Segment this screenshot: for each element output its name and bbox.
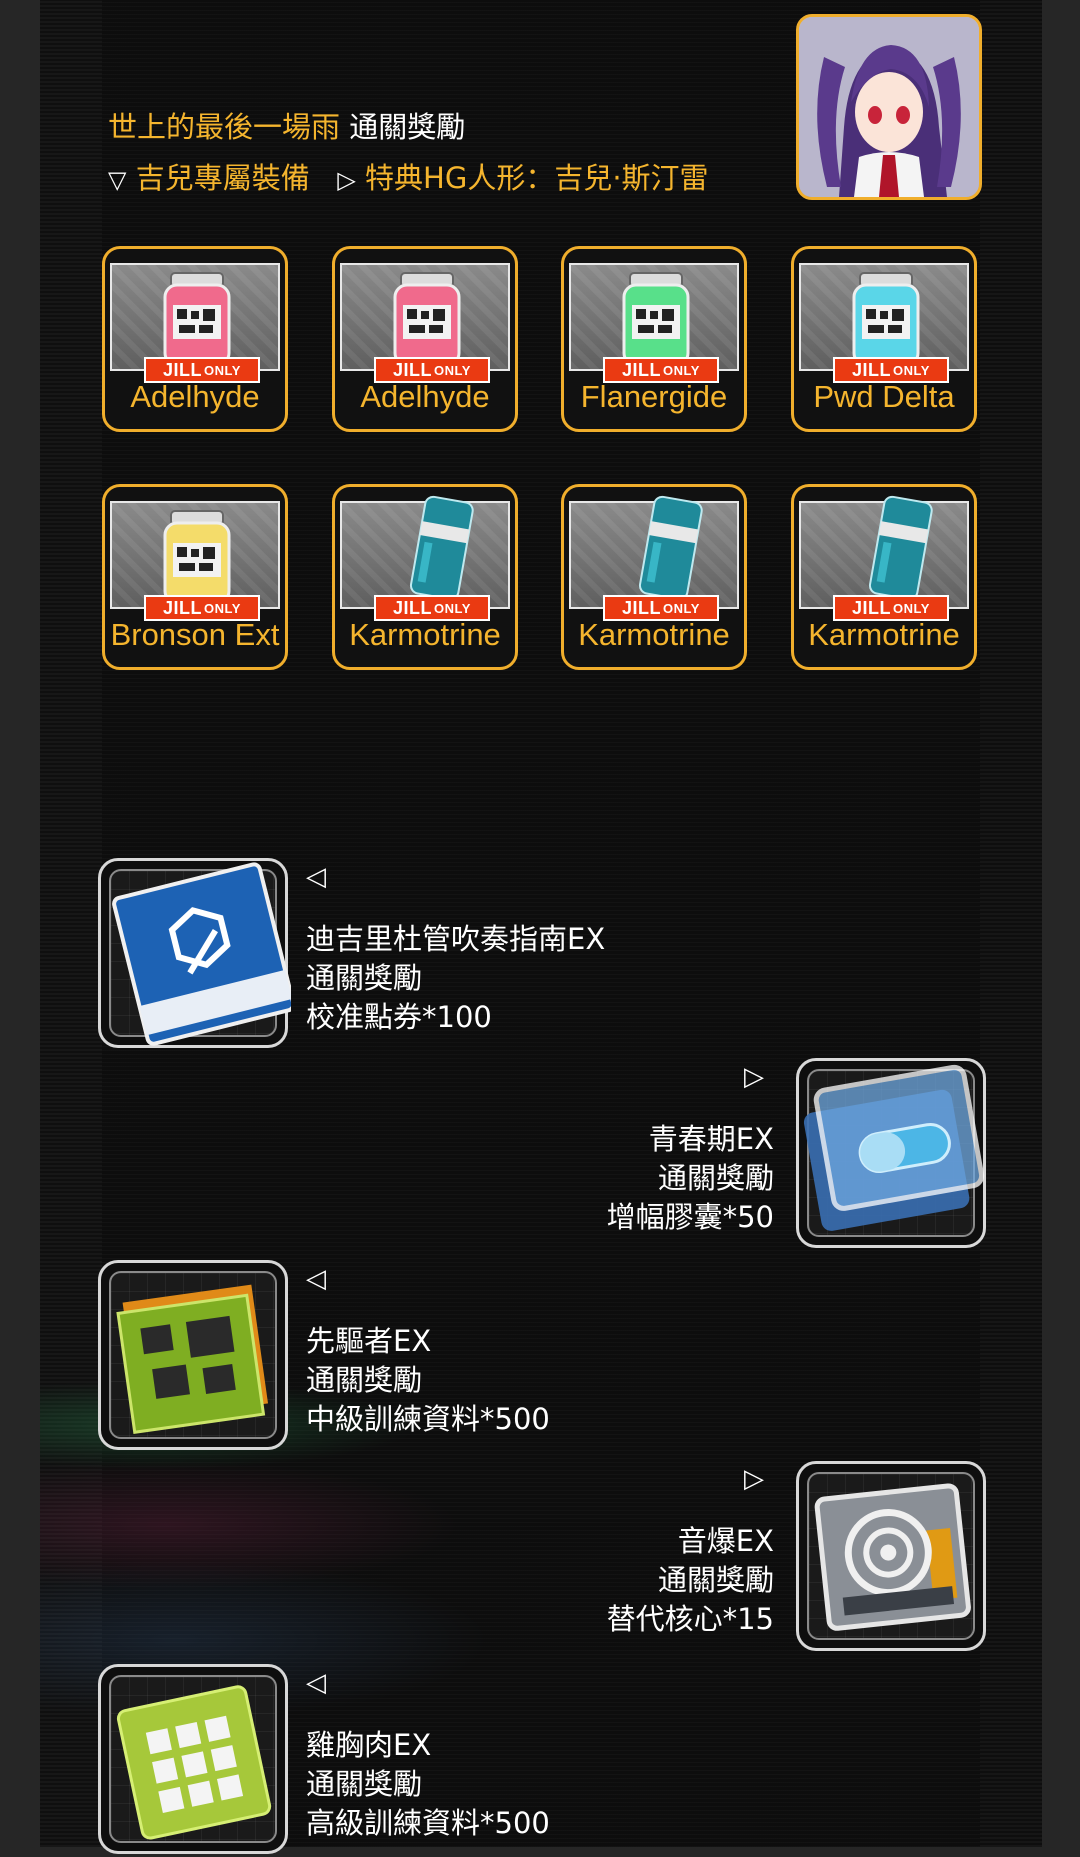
title-suffix: 通關獎勵 bbox=[349, 110, 466, 144]
reward-text: 先驅者EX 通關獎勵 中級訓練資料*500 bbox=[306, 1322, 550, 1439]
character-portrait-icon bbox=[799, 17, 979, 197]
drink-jar-icon bbox=[163, 510, 231, 605]
down-triangle-icon: ▽ bbox=[108, 166, 127, 194]
gear-slot[interactable]: JILL ONLY Karmotrine bbox=[332, 484, 518, 670]
gear-name: Adelhyde bbox=[130, 379, 260, 414]
stage-name: 音爆EX bbox=[677, 1524, 774, 1558]
reward-item-name: 校准點券*100 bbox=[306, 1000, 492, 1034]
reward-text: 雞胸肉EX 通關獎勵 高級訓練資料*500 bbox=[306, 1726, 550, 1843]
gear-image-panel: JILL ONLY bbox=[340, 495, 510, 621]
event-name: 世上的最後一場雨 bbox=[108, 110, 341, 144]
gear-image-panel: JILL ONLY bbox=[110, 501, 280, 621]
clear-reward-label: 通關獎勵 bbox=[657, 1161, 774, 1195]
gear-name: Karmotrine bbox=[808, 617, 960, 652]
reward-item-frame[interactable] bbox=[98, 1260, 288, 1450]
right-arrow-icon: ▷ bbox=[744, 1062, 764, 1092]
reward-item-frame[interactable] bbox=[796, 1058, 986, 1248]
reward-item-frame[interactable] bbox=[98, 858, 291, 1048]
manual-icon bbox=[112, 862, 291, 1046]
soda-can-icon bbox=[409, 495, 474, 599]
reward-item-name: 高級訓練資料*500 bbox=[306, 1806, 550, 1840]
drink-jar-icon bbox=[852, 272, 920, 367]
gear-slot[interactable]: JILL ONLY Karmotrine bbox=[561, 484, 747, 670]
reward-title: 世上的最後一場雨 通關獎勵 bbox=[108, 104, 465, 146]
reward-item-name: 增幅膠囊*50 bbox=[606, 1200, 774, 1234]
exclusive-gear-label: 吉兒專屬裝備 bbox=[135, 161, 310, 195]
stage-name: 迪吉里杜管吹奏指南EX bbox=[306, 922, 606, 956]
right-triangle-icon: ▷ bbox=[337, 166, 356, 194]
right-arrow-icon: ▷ bbox=[744, 1464, 764, 1494]
right-edge-strip bbox=[980, 0, 1042, 1847]
gear-image-panel: JILL ONLY bbox=[799, 495, 969, 621]
core-cube-icon bbox=[814, 1483, 971, 1631]
gear-slot[interactable]: JILL ONLY Adelhyde bbox=[332, 246, 518, 432]
drink-jar-icon bbox=[163, 272, 231, 367]
left-arrow-icon: ◁ bbox=[306, 862, 326, 892]
gear-name: Adelhyde bbox=[360, 379, 490, 414]
reward-text: 音爆EX 通關獎勵 替代核心*15 bbox=[560, 1522, 774, 1639]
soda-can-icon bbox=[638, 495, 703, 599]
gear-name: Bronson Ext bbox=[110, 617, 280, 652]
gear-slot[interactable]: JILL ONLY Flanergide bbox=[561, 246, 747, 432]
gear-slot[interactable]: JILL ONLY Adelhyde bbox=[102, 246, 288, 432]
drink-jar-icon bbox=[393, 272, 461, 367]
capsule-cube-icon bbox=[803, 1064, 985, 1231]
clear-reward-label: 通關獎勵 bbox=[306, 961, 423, 995]
reward-text: 迪吉里杜管吹奏指南EX 通關獎勵 校准點券*100 bbox=[306, 920, 605, 1037]
circuit-board-icon bbox=[116, 1284, 269, 1434]
gear-image-panel: JILL ONLY bbox=[569, 495, 739, 621]
clear-reward-label: 通關獎勵 bbox=[306, 1767, 423, 1801]
reward-item-name: 替代核心*15 bbox=[606, 1602, 774, 1636]
clear-reward-label: 通關獎勵 bbox=[657, 1563, 774, 1597]
left-arrow-icon: ◁ bbox=[306, 1264, 326, 1294]
gear-name: Flanergide bbox=[580, 379, 728, 414]
bonus-doll-label: 特典HG人形：吉兒·斯汀雷 bbox=[365, 161, 709, 195]
reward-subtitle: ▽ 吉兒專屬裝備 ▷ 特典HG人形：吉兒·斯汀雷 bbox=[108, 155, 709, 197]
gear-slot[interactable]: JILL ONLY Karmotrine bbox=[791, 484, 977, 670]
stage-name: 青春期EX bbox=[648, 1122, 774, 1156]
reward-item-frame[interactable] bbox=[796, 1461, 986, 1651]
gear-slot[interactable]: JILL ONLY Bronson Ext bbox=[102, 484, 288, 670]
left-arrow-icon: ◁ bbox=[306, 1668, 326, 1698]
gear-slot[interactable]: JILL ONLY Pwd Delta bbox=[791, 246, 977, 432]
gear-name: Karmotrine bbox=[578, 617, 730, 652]
soda-can-icon bbox=[868, 495, 933, 599]
data-chip-icon bbox=[116, 1685, 272, 1840]
gear-image-panel: JILL ONLY bbox=[569, 263, 739, 383]
drink-jar-icon bbox=[622, 272, 690, 367]
stage-name: 先驅者EX bbox=[306, 1324, 432, 1358]
stage-name: 雞胸肉EX bbox=[306, 1728, 432, 1762]
gear-image-panel: JILL ONLY bbox=[340, 263, 510, 383]
character-portrait[interactable] bbox=[796, 14, 982, 200]
gear-image-panel: JILL ONLY bbox=[110, 263, 280, 383]
reward-text: 青春期EX 通關獎勵 增幅膠囊*50 bbox=[560, 1120, 774, 1237]
reward-item-name: 中級訓練資料*500 bbox=[306, 1402, 550, 1436]
gear-name: Pwd Delta bbox=[813, 379, 955, 414]
gear-name: Karmotrine bbox=[349, 617, 501, 652]
gear-image-panel: JILL ONLY bbox=[799, 263, 969, 383]
reward-item-frame[interactable] bbox=[98, 1664, 288, 1854]
clear-reward-label: 通關獎勵 bbox=[306, 1363, 423, 1397]
